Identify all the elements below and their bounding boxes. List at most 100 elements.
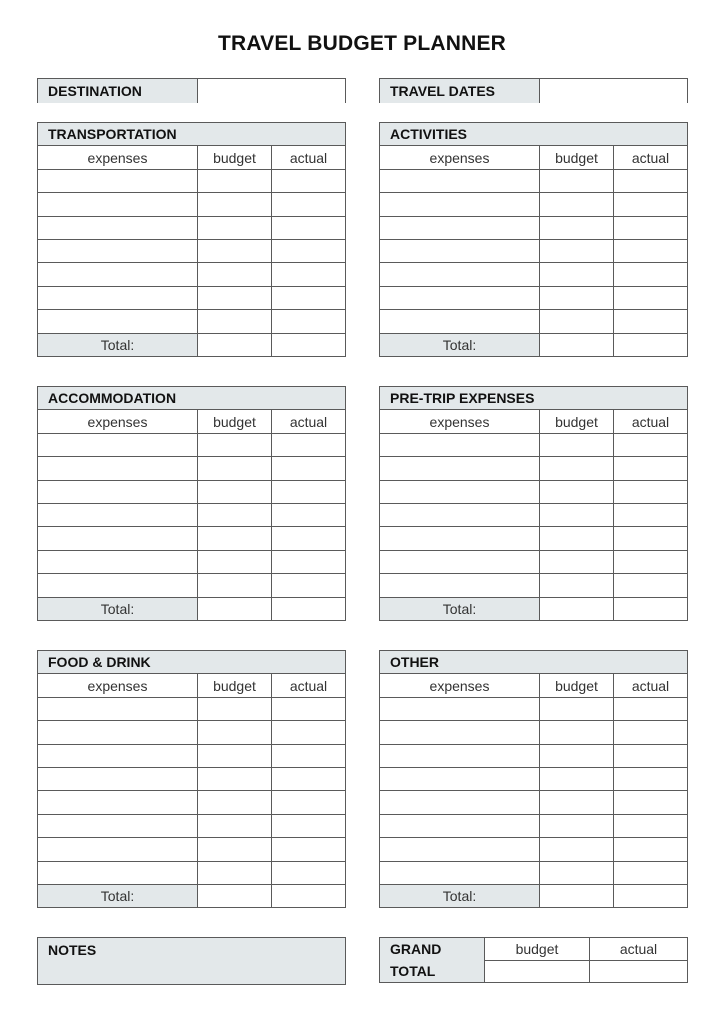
expense-cell[interactable] [37,720,198,745]
expense-cell[interactable] [379,573,540,598]
budget-cell[interactable] [197,262,272,287]
expense-cell[interactable] [379,526,540,551]
budget-cell[interactable] [539,215,614,240]
actual-cell[interactable] [613,432,688,458]
actual-cell[interactable] [613,696,688,722]
total-actual-cell[interactable] [271,596,346,621]
expense-cell[interactable] [379,456,540,481]
actual-cell[interactable] [613,573,688,598]
actual-cell[interactable] [613,720,688,745]
budget-cell[interactable] [197,549,272,575]
budget-cell[interactable] [539,860,614,885]
actual-cell[interactable] [613,285,688,311]
actual-cell[interactable] [613,549,688,575]
actual-cell[interactable] [271,813,346,839]
budget-cell[interactable] [197,696,272,722]
expense-cell[interactable] [37,479,198,504]
total-budget-cell[interactable] [539,596,614,621]
expense-cell[interactable] [37,215,198,240]
actual-cell[interactable] [613,766,688,792]
actual-cell[interactable] [271,766,346,792]
actual-cell[interactable] [271,238,346,264]
actual-cell[interactable] [613,813,688,839]
actual-cell[interactable] [271,837,346,862]
expense-cell[interactable] [379,285,540,311]
total-actual-cell[interactable] [271,883,346,909]
actual-cell[interactable] [613,238,688,264]
actual-cell[interactable] [271,262,346,287]
expense-cell[interactable] [37,860,198,885]
expense-cell[interactable] [379,309,540,334]
actual-cell[interactable] [613,456,688,481]
total-budget-cell[interactable] [197,332,272,357]
expense-cell[interactable] [379,743,540,768]
budget-cell[interactable] [197,743,272,768]
total-actual-cell[interactable] [613,596,688,621]
expense-cell[interactable] [37,549,198,575]
actual-cell[interactable] [613,479,688,504]
grand-actual-cell[interactable] [589,959,688,983]
expense-cell[interactable] [37,837,198,862]
budget-cell[interactable] [539,813,614,839]
actual-cell[interactable] [613,837,688,862]
travel-dates-input[interactable] [540,79,687,103]
actual-cell[interactable] [271,696,346,722]
actual-cell[interactable] [271,432,346,458]
expense-cell[interactable] [37,309,198,334]
actual-cell[interactable] [271,192,346,217]
expense-cell[interactable] [37,285,198,311]
budget-cell[interactable] [539,456,614,481]
actual-cell[interactable] [613,262,688,287]
actual-cell[interactable] [613,743,688,768]
expense-cell[interactable] [37,168,198,194]
total-actual-cell[interactable] [613,883,688,909]
actual-cell[interactable] [271,743,346,768]
total-actual-cell[interactable] [271,332,346,357]
budget-cell[interactable] [197,168,272,194]
total-actual-cell[interactable] [613,332,688,357]
expense-cell[interactable] [379,766,540,792]
expense-cell[interactable] [379,262,540,287]
budget-cell[interactable] [197,192,272,217]
actual-cell[interactable] [271,860,346,885]
budget-cell[interactable] [197,479,272,504]
actual-cell[interactable] [613,860,688,885]
budget-cell[interactable] [539,573,614,598]
expense-cell[interactable] [379,813,540,839]
budget-cell[interactable] [197,309,272,334]
grand-budget-cell[interactable] [484,959,590,983]
expense-cell[interactable] [37,432,198,458]
budget-cell[interactable] [197,766,272,792]
budget-cell[interactable] [539,549,614,575]
destination-input[interactable] [198,79,345,103]
actual-cell[interactable] [613,526,688,551]
expense-cell[interactable] [379,860,540,885]
expense-cell[interactable] [37,502,198,528]
budget-cell[interactable] [197,813,272,839]
budget-cell[interactable] [197,456,272,481]
actual-cell[interactable] [613,192,688,217]
budget-cell[interactable] [539,766,614,792]
expense-cell[interactable] [37,766,198,792]
expense-cell[interactable] [379,502,540,528]
expense-cell[interactable] [37,526,198,551]
expense-cell[interactable] [37,573,198,598]
expense-cell[interactable] [37,262,198,287]
expense-cell[interactable] [379,837,540,862]
budget-cell[interactable] [197,573,272,598]
actual-cell[interactable] [271,309,346,334]
budget-cell[interactable] [539,790,614,815]
budget-cell[interactable] [539,696,614,722]
actual-cell[interactable] [271,456,346,481]
actual-cell[interactable] [271,479,346,504]
budget-cell[interactable] [197,502,272,528]
expense-cell[interactable] [37,238,198,264]
actual-cell[interactable] [271,573,346,598]
notes-area[interactable]: NOTES [37,937,346,985]
budget-cell[interactable] [539,309,614,334]
actual-cell[interactable] [271,168,346,194]
budget-cell[interactable] [539,479,614,504]
budget-cell[interactable] [197,720,272,745]
actual-cell[interactable] [613,168,688,194]
expense-cell[interactable] [37,743,198,768]
